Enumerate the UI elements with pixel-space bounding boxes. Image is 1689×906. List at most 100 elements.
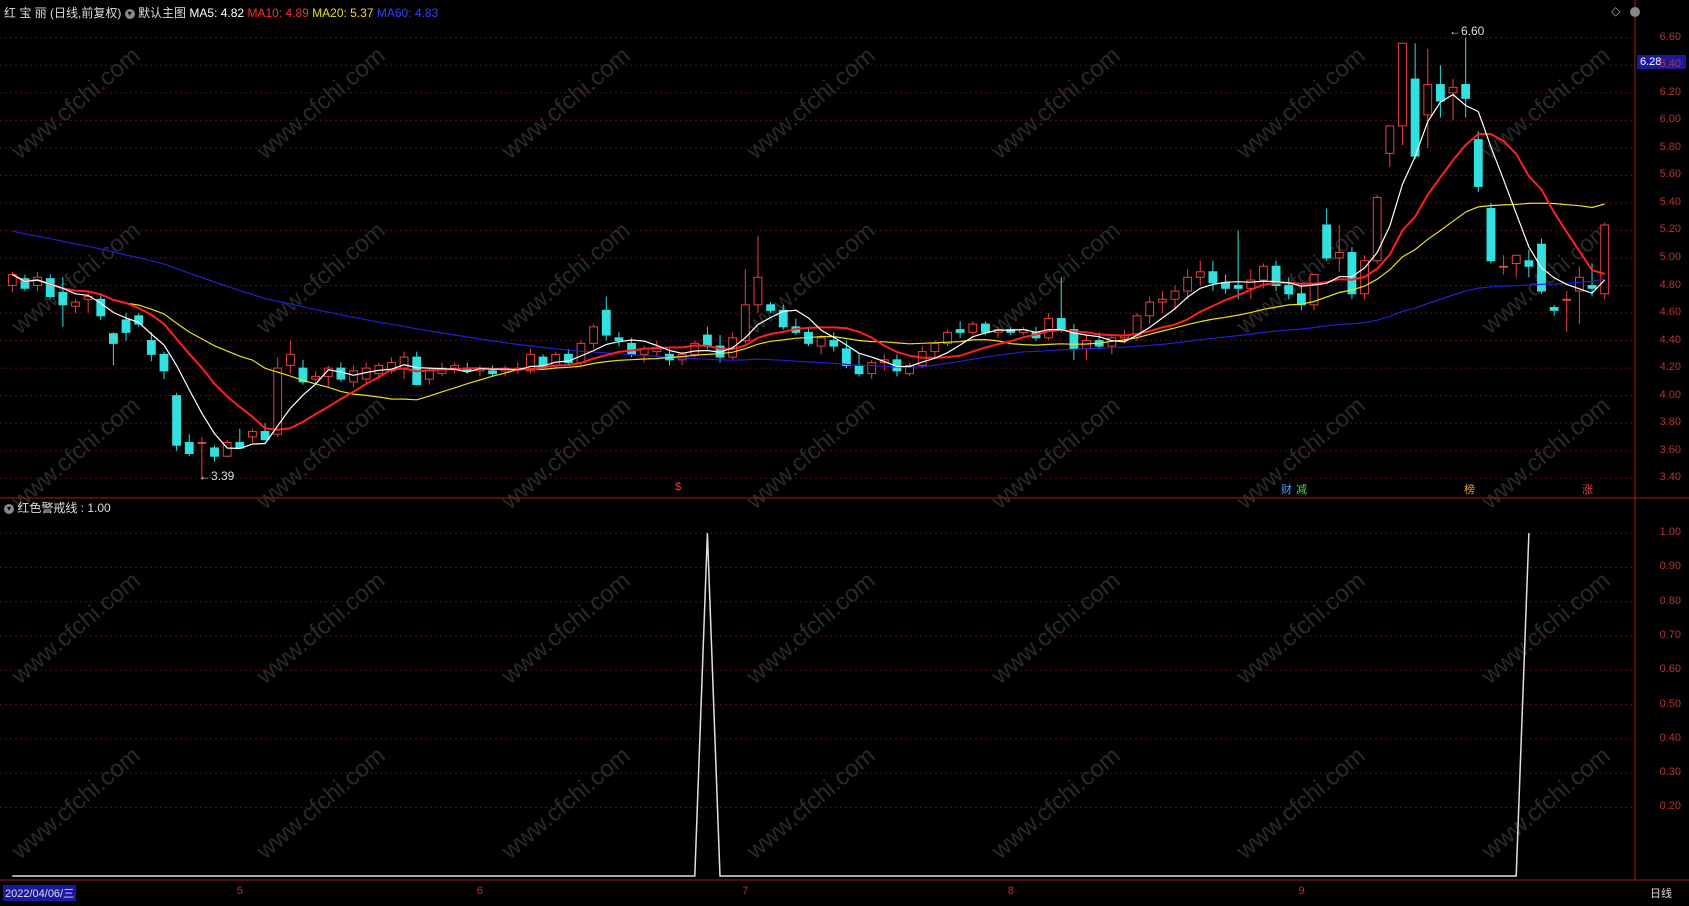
candle-body[interactable] [551, 353, 561, 366]
candle-body[interactable] [981, 323, 990, 333]
chart-window[interactable]: www.cfchi.com www.cfchi.com www.cfchi.com w… [0, 0, 1689, 901]
candle-body[interactable] [1183, 276, 1193, 292]
candle-body[interactable] [45, 278, 55, 298]
x-axis-start-date: 2022/04/06/三 [3, 885, 77, 901]
candle-body[interactable] [1221, 282, 1230, 289]
candle-body[interactable] [1473, 139, 1483, 187]
candle-body[interactable] [652, 348, 662, 353]
candle-body[interactable] [1157, 298, 1167, 303]
candle-body[interactable] [424, 370, 434, 380]
candle-body[interactable] [399, 356, 409, 369]
indicator-collapse-icon[interactable]: ▾ [4, 503, 14, 514]
candle-body[interactable] [1486, 207, 1496, 262]
candle-body[interactable] [968, 323, 978, 333]
candle-body[interactable] [854, 364, 864, 375]
candle-body[interactable] [336, 367, 346, 380]
candle-body[interactable] [285, 353, 295, 366]
month-tick-label: 8 [1007, 885, 1014, 897]
candle-body[interactable] [159, 353, 169, 372]
candle-body[interactable] [488, 370, 497, 375]
candle-body[interactable] [829, 340, 839, 347]
candle-body[interactable] [109, 333, 118, 344]
candle-body[interactable] [71, 301, 80, 307]
candle-body[interactable] [601, 309, 611, 336]
candle-body[interactable] [1423, 84, 1433, 116]
candle-body[interactable] [1132, 315, 1142, 336]
event-tag-reduce[interactable]: 减 [1296, 481, 1307, 497]
candle-body[interactable] [1410, 78, 1420, 157]
candle-body[interactable] [766, 304, 776, 311]
candle-body[interactable] [753, 276, 763, 306]
candle-body[interactable] [58, 291, 68, 306]
collapse-icon[interactable]: ▾ [124, 8, 135, 19]
candle-body[interactable] [1549, 307, 1559, 311]
price-tick-label: 3.80 [1659, 416, 1681, 429]
candle-body[interactable] [1322, 224, 1332, 259]
candle-body[interactable] [1082, 340, 1091, 350]
candle-body[interactable] [930, 342, 940, 353]
candle-body[interactable] [197, 441, 207, 444]
period-label[interactable]: 日线 [1650, 885, 1672, 901]
candle-body[interactable] [1524, 260, 1534, 267]
indicator-tick-label: 1.00 [1659, 526, 1681, 539]
candle-body[interactable] [1398, 42, 1407, 127]
candle-body[interactable] [184, 441, 194, 454]
candle-body[interactable] [576, 342, 586, 364]
candle-body[interactable] [450, 364, 460, 369]
candle-body[interactable] [1195, 271, 1205, 278]
candle-body[interactable] [349, 370, 358, 383]
candle-body[interactable] [816, 337, 826, 347]
candle-body[interactable] [702, 334, 712, 347]
watermark-text: www.cfchi.com [1476, 392, 1616, 515]
candle-body[interactable] [1208, 271, 1218, 284]
candle-body[interactable] [210, 447, 219, 457]
candle-body[interactable] [121, 319, 131, 333]
candle-body[interactable] [1385, 125, 1395, 154]
event-tag-dollar[interactable]: $ [675, 481, 681, 493]
price-tick-label: 6.00 [1659, 113, 1681, 126]
settings-circle-icon[interactable] [1629, 6, 1640, 17]
diamond-icon[interactable]: ◇ [1611, 4, 1620, 18]
candle-body[interactable] [1056, 318, 1066, 331]
chart-canvas[interactable]: www.cfchi.com www.cfchi.com www.cfchi.com w… [0, 0, 1689, 901]
candle-body[interactable] [841, 348, 851, 366]
candle-body[interactable] [172, 395, 182, 446]
watermark-text: www.cfchi.com [741, 42, 881, 165]
candle-body[interactable] [1499, 265, 1508, 268]
candle-body[interactable] [1170, 290, 1180, 300]
candle-body[interactable] [1284, 285, 1294, 295]
candle-body[interactable] [1562, 298, 1572, 301]
candle-body[interactable] [538, 356, 548, 366]
event-tag-rise[interactable]: 涨 [1582, 481, 1593, 497]
candle-body[interactable] [248, 430, 257, 438]
event-tag-board[interactable]: 榜 [1464, 481, 1475, 497]
candle-body[interactable] [1435, 84, 1445, 102]
candle-body[interactable] [627, 342, 636, 355]
chart-header: 红 宝 丽 (日线,前复权) ▾ 默认主图 MA5: 4.82 MA10: 4.… [4, 4, 438, 21]
candle-body[interactable] [260, 430, 270, 441]
candle-body[interactable] [1461, 84, 1471, 99]
indicator-label[interactable]: 红色警戒线 : 1.00 [17, 501, 110, 515]
candle-body[interactable] [146, 340, 156, 355]
candle-body[interactable] [1246, 279, 1256, 289]
candle-body[interactable] [589, 326, 599, 344]
main-chart-label[interactable]: 默认主图 [138, 6, 186, 20]
candle-body[interactable] [1044, 318, 1054, 339]
candle-body[interactable] [955, 329, 965, 333]
candle-body[interactable] [1334, 251, 1344, 259]
candle-body[interactable] [273, 367, 283, 435]
candle-body[interactable] [1233, 285, 1243, 289]
candle-body[interactable] [1448, 86, 1458, 94]
watermark-text: www.cfchi.com [1476, 742, 1616, 865]
candle-body[interactable] [1145, 301, 1155, 317]
candle-body[interactable] [311, 375, 321, 380]
event-tag-finance[interactable]: 财 [1281, 481, 1292, 497]
month-tick-label: 6 [476, 885, 484, 897]
candle-body[interactable] [1587, 285, 1597, 289]
candle-body[interactable] [1259, 265, 1268, 281]
price-tick-label: 4.40 [1659, 333, 1681, 346]
candle-body[interactable] [867, 362, 877, 375]
candle-body[interactable] [1347, 251, 1357, 295]
candle-body[interactable] [614, 337, 624, 342]
candle-body[interactable] [1511, 254, 1521, 265]
